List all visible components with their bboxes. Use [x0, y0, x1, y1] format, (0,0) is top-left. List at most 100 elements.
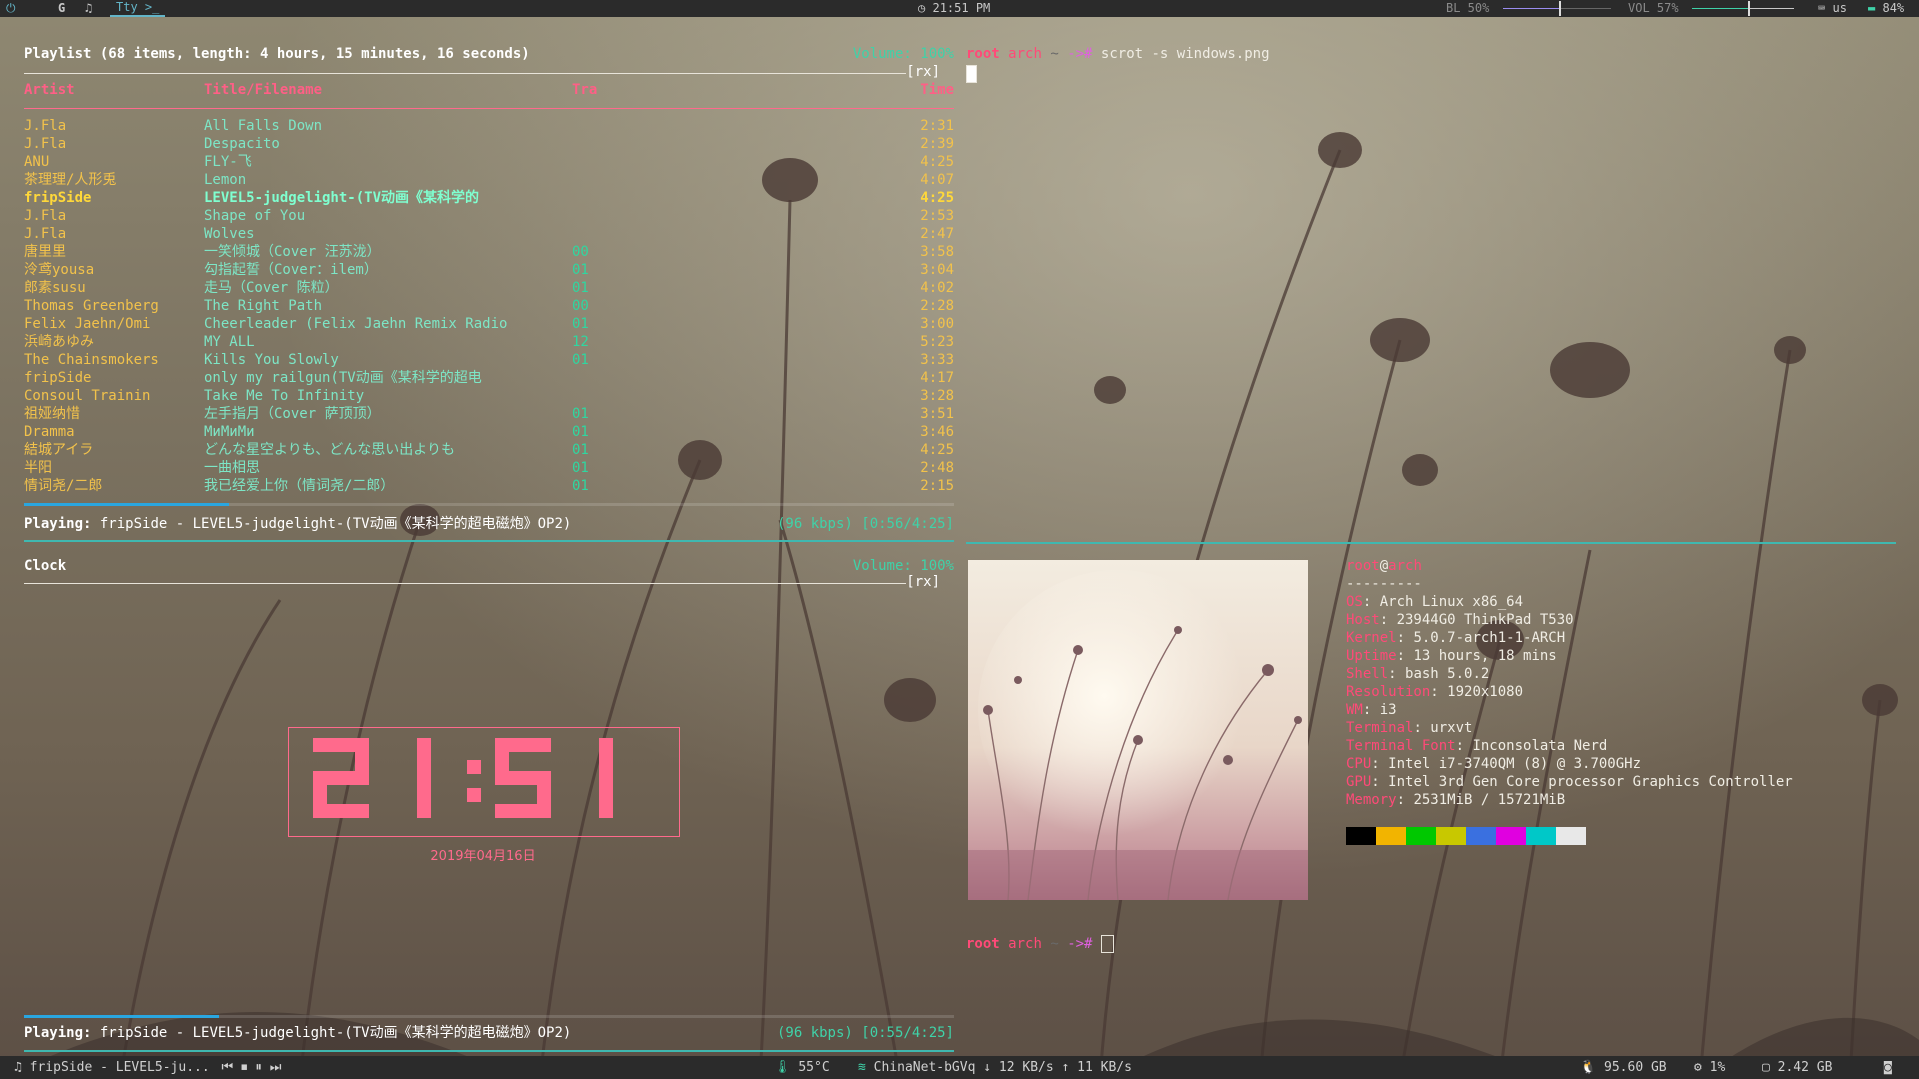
- row-time: 3:04: [920, 262, 954, 278]
- row-time: 2:39: [920, 136, 954, 152]
- workspace-3[interactable]: Tty >_: [110, 0, 166, 17]
- ncmpcpp-clock-window[interactable]: Clock Volume: 100% [rx] 2019年04月16日 Play…: [24, 557, 954, 1052]
- row-track: 01: [572, 442, 589, 458]
- row-artist: J.Fla: [24, 136, 67, 152]
- neofetch-colon: :: [1396, 792, 1414, 808]
- prompt-cwd: ~: [1050, 46, 1059, 62]
- playlist-row[interactable]: 結城アイラ どんな星空よりも、どんな思い出よりも 01 4:25: [24, 441, 954, 459]
- col-title[interactable]: Title/Filename: [204, 81, 322, 99]
- playlist-row[interactable]: fripSide LEVEL5-judgelight-(TV动画《某科学的 4:25: [24, 189, 954, 207]
- top-status-bar: ⏻ G ♫ Tty >_ ◷ 21:51 PM BL 50% VOL 57% ⌨…: [0, 0, 1919, 17]
- download-rate: 12 KB/s: [998, 1060, 1054, 1075]
- playlist-row[interactable]: 茶理理/人形兎 Lemon 4:07: [24, 171, 954, 189]
- playlist-row[interactable]: 唐里里 一笑倾城（Cover 汪苏泷） 00 3:58: [24, 243, 954, 261]
- playlist-row[interactable]: ANU FLY-飞 4:25: [24, 153, 954, 171]
- music-widget[interactable]: ♫ fripSide - LEVEL5-ju... ⏮ ⏹ ⏸ ⏭: [14, 1056, 281, 1079]
- system-tray-icon[interactable]: ◙: [1884, 1056, 1892, 1079]
- keyboard-layout-text: us: [1832, 1, 1847, 15]
- playlist-row[interactable]: J.Fla Wolves 2:47: [24, 225, 954, 243]
- row-artist: Felix Jaehn/Omi: [24, 316, 151, 332]
- palette-swatch: [1526, 827, 1556, 845]
- row-time: 4:07: [920, 172, 954, 188]
- row-artist: 泠鸢yousa: [24, 262, 95, 278]
- playlist-column-headers: Artist Title/Filename Tra Time: [24, 81, 954, 99]
- playlist-row[interactable]: Consoul Trainin Take Me To Infinity 3:28: [24, 387, 954, 405]
- playlist-row[interactable]: J.Fla Shape of You 2:53: [24, 207, 954, 225]
- row-title: The Right Path: [204, 298, 323, 314]
- pause-icon[interactable]: ⏸: [255, 1060, 262, 1075]
- playlist-row[interactable]: 泠鸢yousa 勾指起誓（Cover：ilem） 01 3:04: [24, 261, 954, 279]
- row-track: 01: [572, 460, 589, 476]
- playlist-volume: Volume: 100%: [852, 46, 954, 62]
- playlist-row[interactable]: J.Fla Despacito 2:39: [24, 135, 954, 153]
- row-artist: Thomas Greenberg: [24, 298, 159, 314]
- neofetch-key: OS: [1346, 594, 1363, 610]
- row-track: 00: [572, 298, 589, 314]
- row-time: 2:15: [920, 478, 954, 494]
- power-icon[interactable]: ⏻: [6, 0, 16, 17]
- workspace-1[interactable]: G: [58, 0, 65, 17]
- terminal-top-window[interactable]: root arch ~ -># scrot -s windows.png: [966, 45, 1896, 544]
- clock-digit-segment: [417, 738, 431, 778]
- playlist-row[interactable]: Dramma МиМиМи 01 3:46: [24, 423, 954, 441]
- clock-status-song: fripSide - LEVEL5-judgelight-(TV动画《某科学的超…: [99, 1025, 572, 1041]
- memory-widget: ▢ 2.42 GB: [1762, 1056, 1832, 1079]
- row-artist: 情词尧/二郎: [24, 478, 103, 494]
- clock-digit-segment: [599, 778, 613, 818]
- row-title: Kills You Slowly: [204, 352, 339, 368]
- neofetch-fields: OS: Arch Linux x86_64 Host: 23944G0 Think…: [1346, 593, 1896, 809]
- playlist-row[interactable]: 郎素susu 走马（Cover 陈粒） 01 4:02: [24, 279, 954, 297]
- music-title: fripSide - LEVEL5-ju...: [29, 1060, 210, 1075]
- neofetch-separator: ---------: [1346, 576, 1422, 592]
- stop-icon[interactable]: ⏹: [241, 1060, 248, 1075]
- terminal-bottom-prompt[interactable]: root arch ~ ->#: [966, 935, 1896, 953]
- playlist-row[interactable]: Felix Jaehn/Omi Cheerleader (Felix Jaehn …: [24, 315, 954, 333]
- prompt-sigil: #: [1084, 46, 1093, 62]
- backlight-indicator[interactable]: BL 50%: [1446, 0, 1611, 17]
- neofetch-key: GPU: [1346, 774, 1372, 790]
- network-widget[interactable]: ≋ ChinaNet-bGVq ↓ 12 KB/s ↑ 11 KB/s: [858, 1056, 1132, 1079]
- playlist-row[interactable]: J.Fla All Falls Down 2:31: [24, 117, 954, 135]
- neofetch-key: Resolution: [1346, 684, 1431, 700]
- neofetch-colon: :: [1396, 648, 1414, 664]
- playlist-row[interactable]: 祖娅纳惜 左手指月（Cover 萨顶顶） 01 3:51: [24, 405, 954, 423]
- playlist-row[interactable]: 半阳 一曲相思 01 2:48: [24, 459, 954, 477]
- neofetch-field: OS: Arch Linux x86_64: [1346, 593, 1523, 611]
- neofetch-value: Inconsolata Nerd: [1472, 738, 1608, 754]
- playlist-progress-track[interactable]: [24, 503, 954, 506]
- terminal-top-border: [966, 542, 1896, 544]
- col-time[interactable]: Time: [920, 81, 954, 99]
- col-track[interactable]: Tra: [572, 81, 597, 99]
- clock-digit-segment: [599, 738, 613, 778]
- clock-progress-track[interactable]: [24, 1015, 954, 1018]
- neofetch-key: CPU: [1346, 756, 1372, 772]
- playlist-row[interactable]: The Chainsmokers Kills You Slowly 01 3:33: [24, 351, 954, 369]
- neofetch-user: root: [1346, 558, 1380, 574]
- prev-track-icon[interactable]: ⏮: [222, 1060, 234, 1075]
- row-time: 3:00: [920, 316, 954, 332]
- ncmpcpp-playlist-window[interactable]: Playlist (68 items, length: 4 hours, 15 …: [24, 45, 954, 542]
- row-time: 3:33: [920, 352, 954, 368]
- keyboard-layout[interactable]: ⌨ us: [1818, 0, 1847, 17]
- neofetch-colon: :: [1430, 684, 1448, 700]
- thermometer-icon: 🌡: [774, 1060, 791, 1075]
- next-track-icon[interactable]: ⏭: [270, 1060, 282, 1075]
- playlist-row[interactable]: 浜崎あゆみ MY ALL 12 5:23: [24, 333, 954, 351]
- playlist-row[interactable]: Thomas Greenberg The Right Path 00 2:28: [24, 297, 954, 315]
- neofetch-colon: :: [1455, 738, 1473, 754]
- neofetch-value: Intel i7-3740QM (8) @ 3.700GHz: [1388, 756, 1642, 772]
- row-title: Despacito: [204, 136, 280, 152]
- volume-indicator[interactable]: VOL 57%: [1628, 0, 1794, 17]
- row-time: 4:25: [920, 190, 954, 206]
- col-artist[interactable]: Artist: [24, 81, 75, 99]
- row-artist: Consoul Trainin: [24, 388, 151, 404]
- prompt2-host: arch: [1008, 936, 1042, 952]
- terminal-bottom-cursor: [1100, 935, 1114, 953]
- clock-digit-segment: [313, 804, 369, 818]
- row-track: 01: [572, 406, 589, 422]
- workspace-2[interactable]: ♫: [85, 0, 92, 17]
- playlist-row[interactable]: 情词尧/二郎 我已经爱上你（情词尧/二郎） 01 2:15: [24, 477, 954, 495]
- palette-swatch: [1436, 827, 1466, 845]
- playlist-row[interactable]: fripSide only my railgun(TV动画《某科学的超电 4:17: [24, 369, 954, 387]
- row-title: LEVEL5-judgelight-(TV动画《某科学的: [204, 190, 480, 206]
